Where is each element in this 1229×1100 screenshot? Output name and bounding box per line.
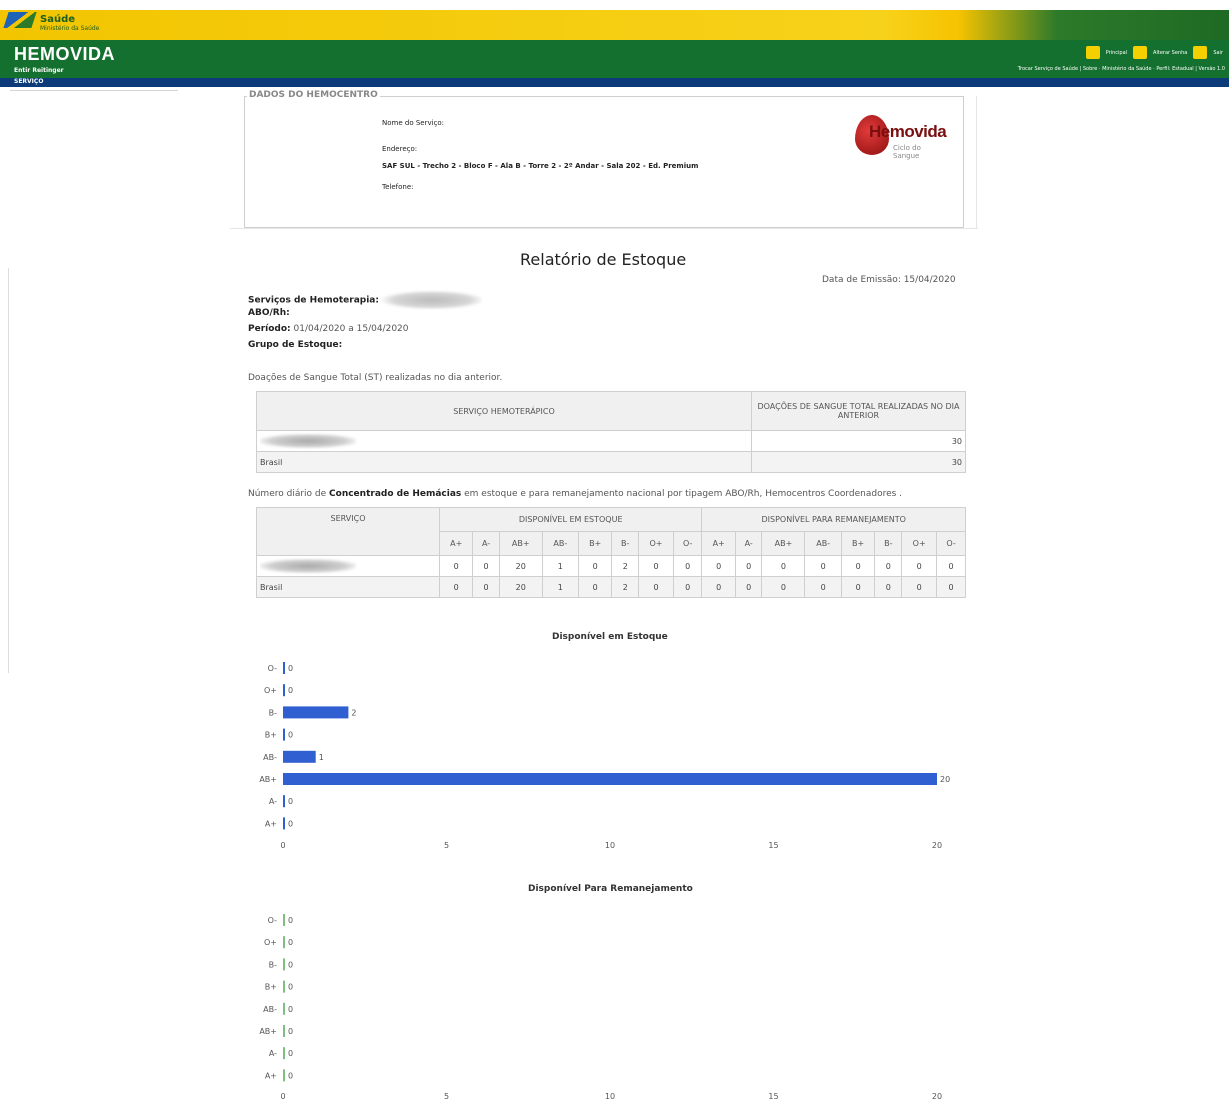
data-label: 0 — [288, 731, 293, 740]
category-label: O- — [268, 664, 278, 673]
bar — [283, 914, 285, 926]
category-label: A+ — [265, 819, 277, 828]
bar — [283, 684, 285, 697]
tick-label: 0 — [280, 1092, 285, 1100]
data-label: 0 — [288, 686, 293, 695]
bar — [283, 728, 285, 741]
category-label: B- — [269, 708, 277, 717]
data-label: 0 — [288, 1071, 293, 1080]
data-label: 0 — [288, 1027, 293, 1036]
tick-label: 5 — [444, 841, 449, 850]
category-label: B+ — [265, 983, 277, 992]
bar — [283, 1025, 285, 1037]
tick-label: 10 — [605, 1092, 615, 1100]
bar — [283, 706, 349, 719]
bar — [283, 795, 285, 808]
bar — [283, 958, 285, 971]
data-label: 0 — [288, 1049, 293, 1058]
tick-label: 0 — [280, 841, 285, 850]
bar — [283, 1047, 285, 1060]
bar — [283, 1002, 285, 1015]
category-label: B+ — [265, 731, 277, 740]
tick-label: 20 — [932, 1092, 942, 1100]
data-label: 0 — [288, 819, 293, 828]
bar — [283, 750, 316, 763]
category-label: AB+ — [259, 775, 277, 784]
category-label: AB+ — [259, 1027, 277, 1036]
tick-label: 10 — [605, 841, 615, 850]
data-label: 20 — [940, 775, 950, 784]
bar — [283, 1069, 285, 1082]
category-label: AB- — [263, 1005, 277, 1014]
data-label: 2 — [351, 708, 356, 717]
data-label: 0 — [288, 664, 293, 673]
category-label: A- — [269, 797, 277, 806]
data-label: 0 — [288, 983, 293, 992]
data-label: 0 — [288, 1005, 293, 1014]
data-label: 0 — [288, 916, 293, 925]
category-label: O+ — [264, 938, 277, 947]
bar — [283, 662, 285, 674]
tick-label: 15 — [768, 841, 778, 850]
bar — [283, 980, 285, 993]
data-label: 0 — [288, 938, 293, 947]
charts-canvas: O- 0 O+ 0 B- 2 B+ 0 AB- 1 AB+ 20 A- 0 A+ 0 0 5 10 15 20 O- 0 O+… — [259, 662, 950, 1100]
tick-label: 5 — [444, 1092, 449, 1100]
bar — [283, 773, 937, 785]
category-label: B- — [269, 960, 277, 969]
bar — [283, 817, 285, 830]
category-label: A+ — [265, 1071, 277, 1080]
category-label: O- — [268, 916, 278, 925]
tick-label: 20 — [932, 841, 942, 850]
category-label: A- — [269, 1049, 277, 1058]
data-label: 0 — [288, 960, 293, 969]
category-label: AB- — [263, 753, 277, 762]
category-label: O+ — [264, 686, 277, 695]
data-label: 0 — [288, 797, 293, 806]
tick-label: 15 — [768, 1092, 778, 1100]
bar — [283, 936, 285, 949]
data-label: 1 — [319, 753, 324, 762]
